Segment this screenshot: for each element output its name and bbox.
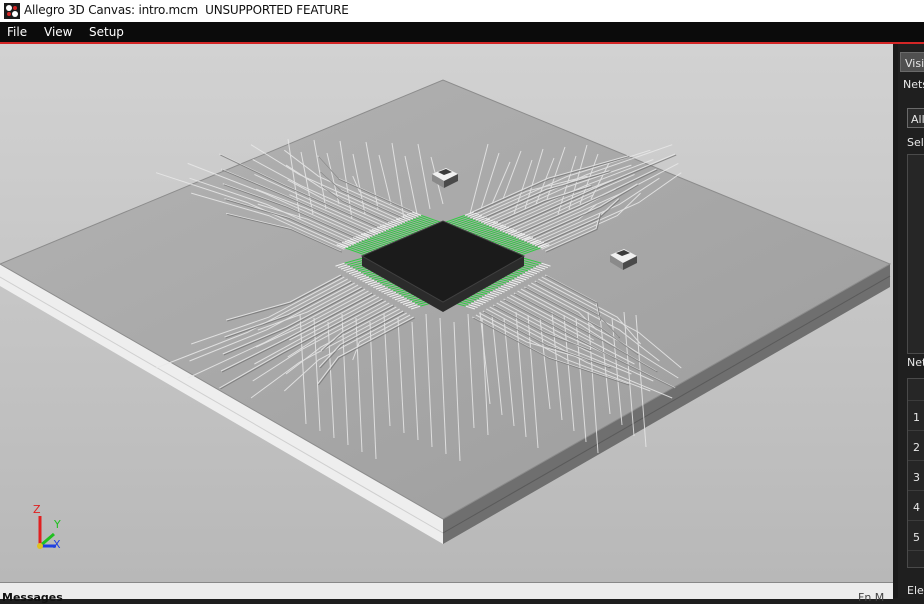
- menu-bar: File View Setup: [0, 22, 924, 44]
- table-row-number[interactable]: 3: [913, 471, 920, 484]
- axis-label-y: Y: [54, 518, 61, 531]
- messages-panel-header: Messages Fn M: [0, 582, 893, 604]
- title-bar: Allegro 3D Canvas: intro.mcm UNSUPPORTED…: [0, 0, 924, 22]
- selected-nets-list[interactable]: [907, 154, 924, 354]
- axis-label-z: Z: [33, 503, 41, 516]
- 3d-canvas-viewport[interactable]: Z Y X: [0, 44, 893, 582]
- selected-label: Sel: [907, 136, 924, 149]
- window-title: Allegro 3D Canvas: intro.mcm UNSUPPORTED…: [24, 3, 349, 17]
- side-panel: Visib Nets All Sel Net 1 2 3 4 5 Ele: [898, 44, 924, 598]
- axis-label-x: X: [53, 538, 61, 551]
- table-row-number[interactable]: 4: [913, 501, 920, 514]
- nets-filter-select[interactable]: All: [907, 108, 924, 128]
- table-row-number[interactable]: 2: [913, 441, 920, 454]
- tab-visibility[interactable]: Visib: [900, 52, 924, 72]
- menu-file[interactable]: File: [7, 25, 27, 39]
- menu-view[interactable]: View: [44, 25, 72, 39]
- nets-section-label: Nets: [903, 78, 924, 91]
- table-row-number[interactable]: 5: [913, 531, 920, 544]
- app-icon: [4, 3, 20, 19]
- nets-table[interactable]: 1 2 3 4 5: [907, 378, 924, 568]
- menu-setup[interactable]: Setup: [89, 25, 124, 39]
- nets-table-label: Net: [907, 356, 924, 369]
- table-row-number[interactable]: 1: [913, 411, 920, 424]
- elements-label: Ele: [907, 584, 924, 597]
